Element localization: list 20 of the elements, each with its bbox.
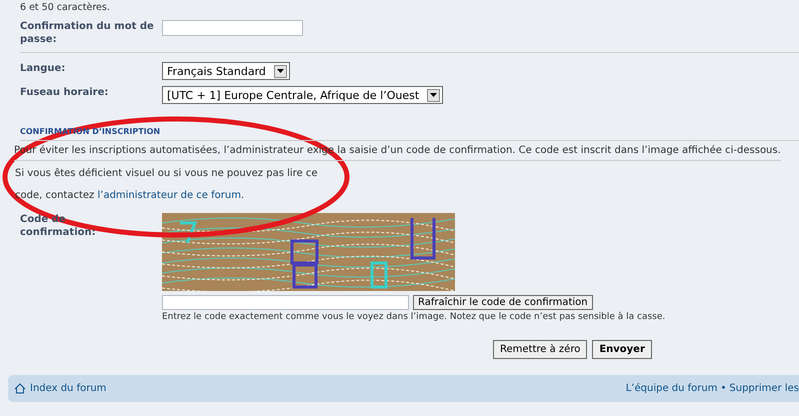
field-label: Fuseau horaire: [20,86,110,99]
admin-link[interactable]: l’administrateur de ce forum [97,190,241,201]
code-hint: Entrez le code exactement comme vous le voyez dans l’image. Notez que le code n’est pas sensible à la casse. [162,312,666,322]
forum-index-link[interactable]: Index du forum [30,383,106,394]
input-field[interactable] [162,20,303,36]
field-label: Confirmation du mot de passe: [20,20,155,46]
form-button[interactable]: Remettre à zéro [493,340,588,359]
field-label: Langue: [20,62,66,75]
dropdown[interactable]: Français Standard [162,62,290,80]
bullet-separator: • [720,383,726,394]
delete-cookies-link[interactable]: Supprimer les [729,383,799,394]
caret-icon [430,93,438,97]
field-hint: 6 et 50 caractères. [20,2,111,13]
caret-icon [276,69,284,73]
refresh-code-button[interactable]: Rafraîchir le code de confirmation [413,295,593,310]
home-icon [14,383,26,394]
team-link[interactable]: L’équipe du forum [626,383,718,394]
dropdown[interactable]: [UTC + 1] Europe Centrale, Afrique de l’Ouest [162,86,444,104]
form-button[interactable]: Envoyer [592,340,652,359]
code-input-field[interactable] [162,295,409,310]
